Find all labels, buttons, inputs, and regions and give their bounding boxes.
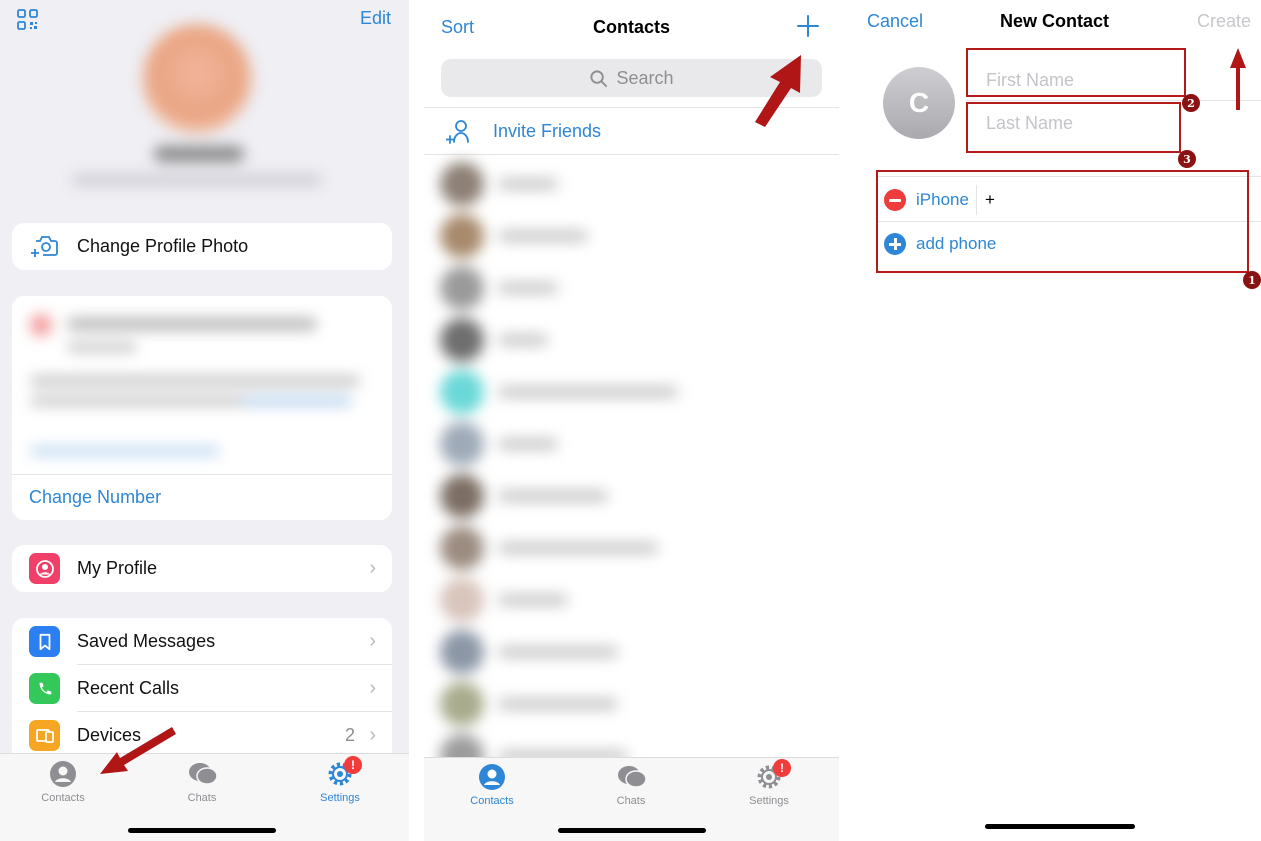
search-placeholder: Search <box>616 67 674 88</box>
device-count: 2 <box>344 725 355 745</box>
list-item[interactable] <box>432 366 839 418</box>
list-item[interactable] <box>432 418 839 470</box>
chevron-right-icon: › <box>369 557 376 579</box>
invite-friends-button[interactable]: Invite Friends <box>424 107 839 155</box>
tab-contacts[interactable]: Contacts <box>18 760 108 804</box>
settings-screen: Edit Change Profile Photo Change Number … <box>0 0 409 841</box>
list-item[interactable] <box>432 678 839 730</box>
tab-label: Chats <box>187 792 217 804</box>
chat-bubbles-icon <box>188 760 218 788</box>
list-item[interactable] <box>432 210 839 262</box>
step-number-badge: 2 <box>1182 94 1200 112</box>
tab-bar: Contacts Chats ! Settings <box>0 753 409 841</box>
menu-item-label: Saved Messages <box>77 631 216 651</box>
tab-contacts[interactable]: Contacts <box>447 763 537 807</box>
menu-item-label: Devices <box>77 725 142 745</box>
add-contact-button[interactable] <box>795 13 821 39</box>
list-item[interactable] <box>432 314 839 366</box>
bookmark-icon <box>29 626 60 657</box>
divider <box>966 100 1261 101</box>
menu-item-devices[interactable]: Devices 2 › <box>12 712 392 759</box>
account-info-blurred <box>12 296 392 474</box>
tab-settings[interactable]: ! Settings <box>724 759 814 807</box>
change-photo-card: Change Profile Photo <box>12 223 392 270</box>
edit-button[interactable]: Edit <box>360 8 391 29</box>
list-item[interactable] <box>432 470 839 522</box>
change-profile-photo-button[interactable]: Change Profile Photo <box>12 223 392 270</box>
main-menu-card: Saved Messages › Recent Calls › Devices … <box>12 618 392 768</box>
invite-friends-label: Invite Friends <box>493 121 602 141</box>
list-item[interactable] <box>432 574 839 626</box>
menu-item-label: My Profile <box>77 558 158 578</box>
annotation-box-last-name <box>966 102 1181 153</box>
chevron-right-icon: › <box>369 677 376 699</box>
list-item[interactable] <box>432 262 839 314</box>
tab-label: Settings <box>749 795 789 807</box>
chevron-right-icon: › <box>369 724 376 746</box>
tab-label: Contacts <box>470 795 514 807</box>
page-title: Contacts <box>592 17 670 37</box>
create-button[interactable]: Create <box>1197 11 1251 32</box>
tab-bar: Contacts Chats ! Settings <box>424 757 839 841</box>
chevron-right-icon: › <box>369 630 376 652</box>
devices-icon <box>29 720 60 751</box>
person-circle-icon <box>478 763 506 791</box>
tab-chats[interactable]: Chats <box>157 760 247 804</box>
phone-icon <box>29 673 60 704</box>
tab-label: Contacts <box>41 792 85 804</box>
profile-header <box>42 14 352 196</box>
person-circle-icon <box>49 760 77 788</box>
tab-chats[interactable]: Chats <box>586 763 676 807</box>
chat-bubbles-icon <box>617 763 647 791</box>
notification-badge: ! <box>773 759 791 777</box>
change-number-button[interactable]: Change Number <box>29 487 161 508</box>
step-number-badge: 1 <box>1243 271 1261 289</box>
tab-label: Chats <box>616 795 646 807</box>
menu-item-saved-messages[interactable]: Saved Messages › <box>12 618 392 665</box>
annotation-box-phone <box>876 170 1249 273</box>
list-item[interactable] <box>432 158 839 210</box>
list-item[interactable] <box>432 626 839 678</box>
gear-icon: ! <box>326 756 362 788</box>
contacts-screen: Sort Contacts Search Invite Friends Cont… <box>424 0 839 841</box>
account-info-card: Change Number <box>12 296 392 520</box>
home-indicator <box>558 828 706 833</box>
list-item[interactable] <box>432 522 839 574</box>
tab-settings[interactable]: ! Settings <box>295 756 385 804</box>
my-profile-card: My Profile › <box>12 545 392 592</box>
search-icon <box>590 69 608 87</box>
menu-item-label: Recent Calls <box>77 678 180 698</box>
home-indicator <box>128 828 276 833</box>
gear-icon: ! <box>755 759 791 791</box>
add-person-icon <box>446 120 469 144</box>
search-input[interactable]: Search <box>441 59 822 97</box>
step-number-badge: 3 <box>1178 150 1196 168</box>
camera-add-icon <box>31 236 58 257</box>
divider <box>12 474 392 475</box>
avatar[interactable]: C <box>883 67 955 139</box>
qr-code-icon[interactable] <box>17 9 39 31</box>
tab-label: Settings <box>320 792 360 804</box>
change-profile-photo-label: Change Profile Photo <box>77 236 249 256</box>
notification-badge: ! <box>344 756 362 774</box>
person-icon <box>29 553 60 584</box>
home-indicator <box>985 824 1135 829</box>
contact-list <box>432 158 839 778</box>
menu-item-my-profile[interactable]: My Profile › <box>12 545 392 592</box>
menu-item-recent-calls[interactable]: Recent Calls › <box>12 665 392 712</box>
annotation-box-first-name <box>966 48 1186 97</box>
